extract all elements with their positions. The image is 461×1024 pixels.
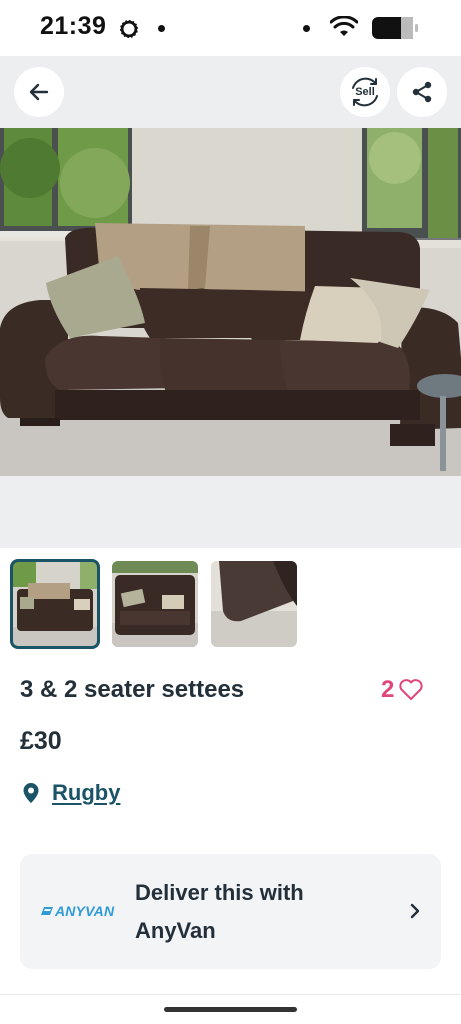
like-count: 2 (381, 676, 395, 703)
product-image-gallery[interactable] (0, 128, 461, 548)
arrow-left-icon (29, 83, 49, 101)
listing-price: £30 (20, 727, 62, 755)
notification-dot-icon (158, 25, 165, 32)
home-indicator[interactable] (164, 1007, 297, 1012)
like-button[interactable]: 2 (381, 676, 424, 704)
location-text: Rugby (52, 780, 121, 805)
listing-title: 3 & 2 seater settees (20, 676, 245, 703)
wifi-icon (330, 16, 358, 36)
chevron-right-icon (410, 903, 420, 919)
anyvan-logo-text: ANYVAN (55, 903, 115, 919)
status-time: 21:39 (40, 12, 107, 40)
signal-messenger-icon (119, 19, 139, 39)
anyvan-logo: ANYVAN (40, 903, 114, 919)
top-bar: Sell (0, 56, 461, 128)
sell-button[interactable]: Sell (340, 67, 390, 117)
thumbnail-3[interactable] (211, 561, 297, 647)
anyvan-delivery-card[interactable]: ANYVAN Deliver this with AnyVan (20, 854, 441, 969)
thumbnail-2[interactable] (112, 561, 198, 647)
anyvan-van-icon (41, 907, 53, 915)
battery-icon (372, 17, 418, 39)
sofa-photo (0, 128, 461, 476)
bottom-divider (0, 994, 461, 995)
location-pin-icon (23, 783, 39, 803)
sell-label: Sell (355, 86, 375, 98)
back-button[interactable] (14, 67, 64, 117)
heart-icon (399, 679, 423, 700)
location-link[interactable]: Rugby (22, 780, 120, 806)
status-bar: 21:39 (0, 0, 461, 56)
share-button[interactable] (397, 67, 447, 117)
share-icon (412, 81, 432, 103)
deliver-text: Deliver this with AnyVan (135, 880, 304, 943)
thumbnail-1[interactable] (10, 559, 100, 649)
privacy-dot-icon (303, 25, 310, 32)
